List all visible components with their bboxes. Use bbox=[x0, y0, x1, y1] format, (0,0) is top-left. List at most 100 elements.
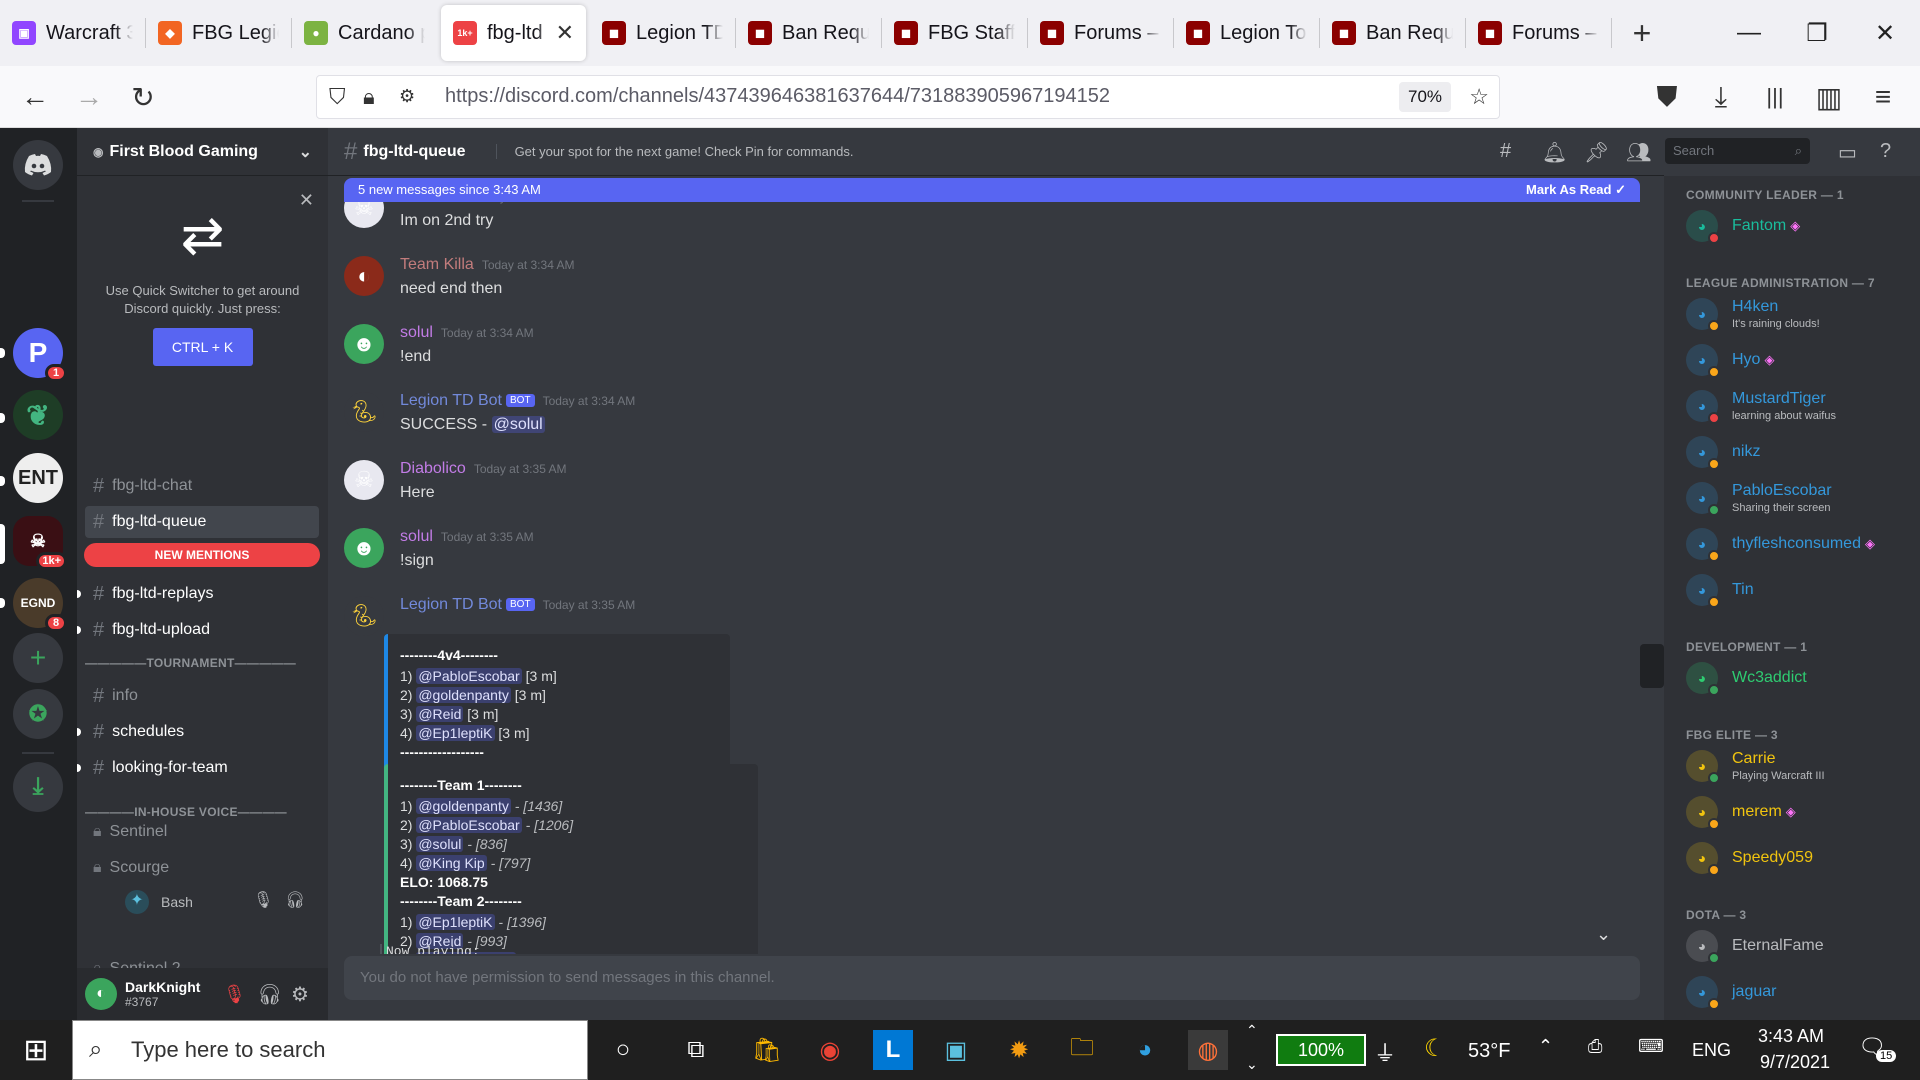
avatar[interactable]: ◐ bbox=[85, 978, 117, 1010]
clock-time[interactable]: 3:43 AM bbox=[1758, 1026, 1824, 1047]
mark-as-read-button[interactable]: Mark As Read ✓ bbox=[1526, 178, 1626, 202]
downloads-icon[interactable]: ⤓ bbox=[1704, 80, 1738, 114]
app-l-icon[interactable]: L bbox=[873, 1030, 913, 1070]
message-author[interactable]: solul bbox=[400, 528, 433, 545]
browser-tab[interactable]: ◼ Forums – bbox=[1028, 0, 1173, 66]
member-PabloEscobar[interactable]: ◕ PabloEscobar Sharing their screen bbox=[1686, 478, 1916, 518]
restore-button[interactable]: ❐ bbox=[1782, 0, 1852, 66]
member-MustardTiger[interactable]: ◕ MustardTiger learning about waifus bbox=[1686, 386, 1916, 426]
minimize-button[interactable]: — bbox=[1714, 0, 1784, 66]
avatar[interactable]: ☠ bbox=[344, 460, 384, 500]
windows-start-icon[interactable]: ⊞ bbox=[16, 1030, 56, 1070]
close-tab-icon[interactable]: ✕ bbox=[556, 20, 574, 46]
channel-looking-for-team[interactable]: # looking-for-team bbox=[77, 752, 319, 784]
member-Carrie[interactable]: ◕ Carrie Playing Warcraft III bbox=[1686, 746, 1916, 786]
file-explorer-icon[interactable]: 🗀 bbox=[1062, 1030, 1102, 1070]
language-indicator[interactable]: ENG bbox=[1692, 1040, 1731, 1061]
member-thyfleshconsumed[interactable]: ◕ thyfleshconsumed ◈ bbox=[1686, 524, 1916, 564]
member-merem[interactable]: ◕ merem ◈ bbox=[1686, 792, 1916, 832]
user-mention[interactable]: @PabloEscobar bbox=[416, 668, 522, 684]
browser-tab[interactable]: ◼ FBG Staff - bbox=[882, 0, 1027, 66]
cortana-icon[interactable]: ○ bbox=[603, 1030, 643, 1070]
server-icon-p[interactable]: P1 bbox=[13, 328, 67, 382]
power-plug-icon[interactable]: ⏚ bbox=[1374, 1036, 1396, 1068]
search-input[interactable]: Search ⌕ bbox=[1665, 138, 1810, 164]
member-Fantom[interactable]: ◕ Fantom ◈ bbox=[1686, 206, 1916, 246]
message-author[interactable]: Diabolico bbox=[400, 460, 466, 477]
quick-switcher-shortcut[interactable]: CTRL + K bbox=[152, 328, 253, 366]
browser-tab[interactable]: 1k+ fbg-ltd ✕ bbox=[441, 5, 586, 61]
shield-icon[interactable]: ⛉ bbox=[329, 84, 346, 110]
server-icon-leaf[interactable]: ❦ bbox=[13, 390, 63, 440]
menu-icon[interactable]: ≡ bbox=[1866, 80, 1900, 114]
close-icon[interactable]: ✕ bbox=[299, 190, 314, 211]
member-Speedy059[interactable]: ◕ Speedy059 bbox=[1686, 838, 1916, 878]
store-icon[interactable]: 🛍︎ bbox=[747, 1030, 787, 1070]
remote-desktop-icon[interactable]: ▣ bbox=[936, 1030, 976, 1070]
weather-moon-icon[interactable]: ☾ bbox=[1424, 1034, 1446, 1063]
channel-fbg-ltd-chat[interactable]: # fbg-ltd-chat bbox=[85, 470, 319, 502]
member-EternalFame[interactable]: ◕ EternalFame bbox=[1686, 926, 1916, 966]
battery-indicator[interactable]: 100% bbox=[1276, 1034, 1366, 1066]
browser-tab[interactable]: ● Cardano p bbox=[292, 0, 437, 66]
server-icon-legend[interactable]: EGND 8 bbox=[13, 578, 67, 632]
new-mentions-pill[interactable]: NEW MENTIONS bbox=[84, 543, 320, 567]
channel-info[interactable]: # info bbox=[85, 680, 319, 712]
user-mention[interactable]: @goldenpanty bbox=[416, 687, 511, 703]
edge-icon[interactable]: ◕ bbox=[1125, 1030, 1165, 1070]
show-hidden-icons[interactable]: ⌃ bbox=[1538, 1036, 1553, 1057]
message-author[interactable]: Team Killa bbox=[400, 256, 474, 273]
tray-down-icon[interactable]: ⌄ bbox=[1246, 1056, 1258, 1073]
channel-fbg-ltd-queue[interactable]: # fbg-ltd-queue bbox=[85, 506, 319, 538]
task-view-icon[interactable]: ⧉ bbox=[676, 1030, 716, 1070]
threads-icon[interactable]: # bbox=[1500, 140, 1511, 163]
avatar[interactable]: 🐍︎ bbox=[344, 596, 384, 636]
server-icon-fbg[interactable]: ☠ 1k+ bbox=[13, 516, 67, 570]
user-mention[interactable]: @PabloEscobar bbox=[416, 817, 522, 833]
bookmark-star-icon[interactable]: ☆ bbox=[1469, 84, 1489, 110]
browser-tab[interactable]: ◼ Ban Reque bbox=[736, 0, 881, 66]
settings-gear-icon[interactable]: ⚙ bbox=[291, 982, 309, 1007]
jump-to-present-icon[interactable]: ⌄ bbox=[1596, 924, 1611, 945]
permissions-icon[interactable]: ⚙ bbox=[399, 86, 415, 107]
server-icon-ent[interactable]: ENT bbox=[13, 453, 63, 503]
avatar[interactable]: ◐ bbox=[344, 256, 384, 296]
avatar[interactable]: ☻ bbox=[344, 528, 384, 568]
browser-tab[interactable]: ◆ FBG Legion bbox=[146, 0, 291, 66]
user-mention[interactable]: @goldenpanty bbox=[416, 798, 511, 814]
chrome-icon[interactable]: ◉ bbox=[810, 1030, 850, 1070]
user-mention[interactable]: @Reid bbox=[416, 706, 464, 722]
avatar[interactable]: ☻ bbox=[344, 324, 384, 364]
message-author[interactable]: Legion TD Bot bbox=[400, 596, 502, 613]
message-author[interactable]: Diabolico bbox=[400, 202, 466, 205]
user-mention[interactable]: @solul bbox=[491, 416, 545, 433]
reload-icon[interactable]: ↻ bbox=[126, 80, 160, 114]
browser-tab[interactable]: ◼ Legion TD bbox=[590, 0, 735, 66]
member-H4ken[interactable]: ◕ H4ken It's raining clouds! bbox=[1686, 294, 1916, 334]
inbox-icon[interactable]: ▭ bbox=[1838, 140, 1857, 165]
new-messages-bar[interactable]: 5 new messages since 3:43 AM Mark As Rea… bbox=[344, 178, 1640, 202]
clock-date[interactable]: 9/7/2021 bbox=[1760, 1052, 1830, 1073]
browser-tab[interactable]: ◼ Legion To bbox=[1174, 0, 1319, 66]
member-list-icon[interactable]: 👥︎ bbox=[1626, 140, 1651, 165]
browser-tab[interactable]: ▣ Warcraft 3 bbox=[0, 0, 145, 66]
category-tournament[interactable]: —————TOURNAMENT————— bbox=[85, 656, 296, 670]
member-Tin[interactable]: ◕ Tin bbox=[1686, 570, 1916, 610]
member-jaguar[interactable]: ◕ jaguar bbox=[1686, 972, 1916, 1012]
channel-fbg-ltd-upload[interactable]: # fbg-ltd-upload bbox=[77, 614, 319, 646]
firefox-icon[interactable]: ◍ bbox=[1188, 1030, 1228, 1070]
zoom-level[interactable]: 70% bbox=[1399, 82, 1451, 112]
explore-servers-icon[interactable]: ✪ bbox=[13, 689, 63, 739]
pocket-icon[interactable]: ⛊ bbox=[1650, 80, 1684, 114]
discord-home-icon[interactable] bbox=[13, 140, 63, 190]
voice-channel[interactable]: 🔒︎ Scourge bbox=[85, 852, 319, 884]
server-header[interactable]: ◉ First Blood Gaming ⌄ bbox=[77, 128, 328, 176]
keyboard-icon[interactable]: ⌨ bbox=[1638, 1036, 1664, 1057]
pinned-messages-icon[interactable]: 📌︎ bbox=[1584, 140, 1609, 165]
close-window-button[interactable]: ✕ bbox=[1850, 0, 1920, 66]
tray-up-icon[interactable]: ⌃ bbox=[1246, 1022, 1258, 1039]
lock-icon[interactable]: 🔒︎ bbox=[363, 84, 375, 110]
forward-icon[interactable]: → bbox=[72, 80, 106, 114]
new-tab-button[interactable]: + bbox=[1612, 15, 1672, 52]
avatar[interactable]: ☠ bbox=[344, 202, 384, 228]
